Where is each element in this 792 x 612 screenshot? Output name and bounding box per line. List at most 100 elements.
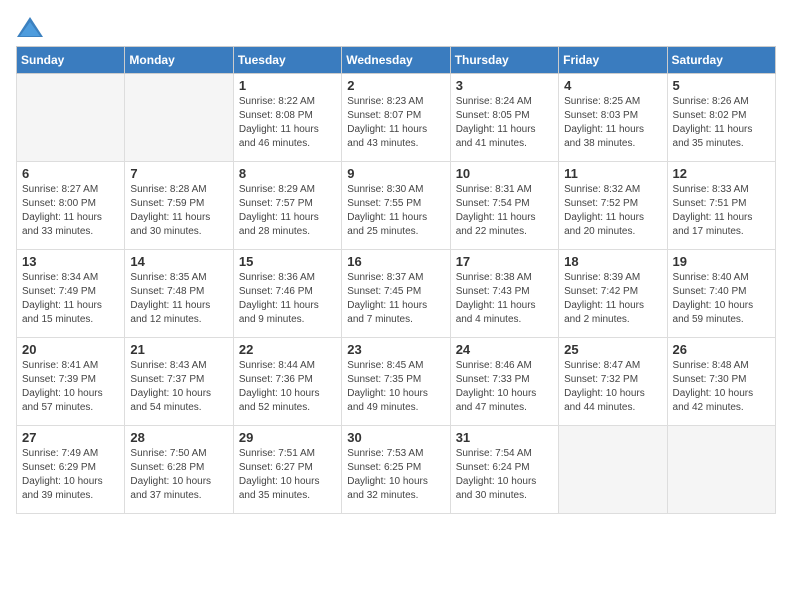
day-number: 21 <box>130 342 227 357</box>
calendar-cell: 1 Sunrise: 8:22 AM Sunset: 8:08 PM Daylig… <box>233 74 341 162</box>
calendar-cell: 7 Sunrise: 8:28 AM Sunset: 7:59 PM Daylig… <box>125 162 233 250</box>
cell-info: Sunrise: 8:34 AM Sunset: 7:49 PM Dayligh… <box>22 271 119 327</box>
day-of-week-header: Saturday <box>667 47 775 74</box>
cell-info: Sunrise: 8:40 AM Sunset: 7:40 PM Dayligh… <box>673 271 770 327</box>
day-number: 19 <box>673 254 770 269</box>
calendar-cell: 12 Sunrise: 8:33 AM Sunset: 7:51 PM Dayli… <box>667 162 775 250</box>
cell-info: Sunrise: 7:50 AM Sunset: 6:28 PM Dayligh… <box>130 447 227 503</box>
day-of-week-header: Monday <box>125 47 233 74</box>
day-number: 18 <box>564 254 661 269</box>
cell-info: Sunrise: 8:22 AM Sunset: 8:08 PM Dayligh… <box>239 95 336 151</box>
day-of-week-header: Wednesday <box>342 47 450 74</box>
cell-info: Sunrise: 7:51 AM Sunset: 6:27 PM Dayligh… <box>239 447 336 503</box>
calendar-week-row: 1 Sunrise: 8:22 AM Sunset: 8:08 PM Daylig… <box>17 74 776 162</box>
calendar-cell: 22Sunrise: 8:44 AM Sunset: 7:36 PM Dayli… <box>233 338 341 426</box>
day-number: 3 <box>456 78 553 93</box>
cell-info: Sunrise: 8:27 AM Sunset: 8:00 PM Dayligh… <box>22 183 119 239</box>
calendar-cell <box>667 426 775 514</box>
calendar-cell: 8 Sunrise: 8:29 AM Sunset: 7:57 PM Daylig… <box>233 162 341 250</box>
day-number: 7 <box>130 166 227 181</box>
calendar-cell: 27 Sunrise: 7:49 AM Sunset: 6:29 PM Dayli… <box>17 426 125 514</box>
calendar-cell: 31Sunrise: 7:54 AM Sunset: 6:24 PM Dayli… <box>450 426 558 514</box>
calendar-body: 1 Sunrise: 8:22 AM Sunset: 8:08 PM Daylig… <box>17 74 776 514</box>
logo <box>16 16 48 38</box>
cell-info: Sunrise: 8:43 AM Sunset: 7:37 PM Dayligh… <box>130 359 227 415</box>
cell-info: Sunrise: 8:31 AM Sunset: 7:54 PM Dayligh… <box>456 183 553 239</box>
day-number: 12 <box>673 166 770 181</box>
day-of-week-header: Tuesday <box>233 47 341 74</box>
day-number: 11 <box>564 166 661 181</box>
day-number: 9 <box>347 166 444 181</box>
day-number: 6 <box>22 166 119 181</box>
calendar-cell: 29 Sunrise: 7:51 AM Sunset: 6:27 PM Dayli… <box>233 426 341 514</box>
cell-info: Sunrise: 8:29 AM Sunset: 7:57 PM Dayligh… <box>239 183 336 239</box>
cell-info: Sunrise: 8:24 AM Sunset: 8:05 PM Dayligh… <box>456 95 553 151</box>
cell-info: Sunrise: 8:28 AM Sunset: 7:59 PM Dayligh… <box>130 183 227 239</box>
cell-info: Sunrise: 8:36 AM Sunset: 7:46 PM Dayligh… <box>239 271 336 327</box>
calendar-cell <box>125 74 233 162</box>
calendar-week-row: 20 Sunrise: 8:41 AM Sunset: 7:39 PM Dayli… <box>17 338 776 426</box>
day-number: 20 <box>22 342 119 357</box>
day-of-week-header: Sunday <box>17 47 125 74</box>
calendar-cell: 23 Sunrise: 8:45 AM Sunset: 7:35 PM Dayli… <box>342 338 450 426</box>
calendar-cell: 26 Sunrise: 8:48 AM Sunset: 7:30 PM Dayli… <box>667 338 775 426</box>
cell-info: Sunrise: 7:49 AM Sunset: 6:29 PM Dayligh… <box>22 447 119 503</box>
day-number: 31 <box>456 430 553 445</box>
calendar-cell: 16 Sunrise: 8:37 AM Sunset: 7:45 PM Dayli… <box>342 250 450 338</box>
calendar-week-row: 13 Sunrise: 8:34 AM Sunset: 7:49 PM Dayli… <box>17 250 776 338</box>
calendar-cell: 15 Sunrise: 8:36 AM Sunset: 7:46 PM Dayli… <box>233 250 341 338</box>
cell-info: Sunrise: 8:48 AM Sunset: 7:30 PM Dayligh… <box>673 359 770 415</box>
cell-info: Sunrise: 8:45 AM Sunset: 7:35 PM Dayligh… <box>347 359 444 415</box>
calendar-cell: 9 Sunrise: 8:30 AM Sunset: 7:55 PM Daylig… <box>342 162 450 250</box>
day-number: 27 <box>22 430 119 445</box>
cell-info: Sunrise: 8:47 AM Sunset: 7:32 PM Dayligh… <box>564 359 661 415</box>
calendar-cell: 13 Sunrise: 8:34 AM Sunset: 7:49 PM Dayli… <box>17 250 125 338</box>
day-number: 2 <box>347 78 444 93</box>
cell-info: Sunrise: 8:23 AM Sunset: 8:07 PM Dayligh… <box>347 95 444 151</box>
calendar-cell: 17 Sunrise: 8:38 AM Sunset: 7:43 PM Dayli… <box>450 250 558 338</box>
calendar-cell <box>559 426 667 514</box>
day-number: 29 <box>239 430 336 445</box>
calendar-cell <box>17 74 125 162</box>
day-number: 5 <box>673 78 770 93</box>
day-number: 14 <box>130 254 227 269</box>
calendar-cell: 10Sunrise: 8:31 AM Sunset: 7:54 PM Dayli… <box>450 162 558 250</box>
calendar-cell: 19 Sunrise: 8:40 AM Sunset: 7:40 PM Dayli… <box>667 250 775 338</box>
cell-info: Sunrise: 8:41 AM Sunset: 7:39 PM Dayligh… <box>22 359 119 415</box>
day-number: 15 <box>239 254 336 269</box>
cell-info: Sunrise: 8:25 AM Sunset: 8:03 PM Dayligh… <box>564 95 661 151</box>
day-number: 17 <box>456 254 553 269</box>
calendar-cell: 18Sunrise: 8:39 AM Sunset: 7:42 PM Dayli… <box>559 250 667 338</box>
day-number: 13 <box>22 254 119 269</box>
day-of-week-header: Thursday <box>450 47 558 74</box>
calendar-cell: 5Sunrise: 8:26 AM Sunset: 8:02 PM Daylig… <box>667 74 775 162</box>
calendar-week-row: 27 Sunrise: 7:49 AM Sunset: 6:29 PM Dayli… <box>17 426 776 514</box>
day-number: 16 <box>347 254 444 269</box>
day-number: 24 <box>456 342 553 357</box>
day-number: 8 <box>239 166 336 181</box>
calendar-cell: 28 Sunrise: 7:50 AM Sunset: 6:28 PM Dayli… <box>125 426 233 514</box>
day-number: 28 <box>130 430 227 445</box>
calendar-cell: 3 Sunrise: 8:24 AM Sunset: 8:05 PM Daylig… <box>450 74 558 162</box>
calendar-header-row: SundayMondayTuesdayWednesdayThursdayFrid… <box>17 47 776 74</box>
page-header <box>16 16 776 38</box>
logo-icon <box>16 16 44 38</box>
calendar-cell: 30Sunrise: 7:53 AM Sunset: 6:25 PM Dayli… <box>342 426 450 514</box>
calendar-cell: 24 Sunrise: 8:46 AM Sunset: 7:33 PM Dayli… <box>450 338 558 426</box>
cell-info: Sunrise: 8:46 AM Sunset: 7:33 PM Dayligh… <box>456 359 553 415</box>
calendar-cell: 2 Sunrise: 8:23 AM Sunset: 8:07 PM Daylig… <box>342 74 450 162</box>
day-number: 26 <box>673 342 770 357</box>
calendar-cell: 25Sunrise: 8:47 AM Sunset: 7:32 PM Dayli… <box>559 338 667 426</box>
calendar-cell: 20 Sunrise: 8:41 AM Sunset: 7:39 PM Dayli… <box>17 338 125 426</box>
cell-info: Sunrise: 8:37 AM Sunset: 7:45 PM Dayligh… <box>347 271 444 327</box>
cell-info: Sunrise: 8:38 AM Sunset: 7:43 PM Dayligh… <box>456 271 553 327</box>
day-number: 23 <box>347 342 444 357</box>
cell-info: Sunrise: 8:33 AM Sunset: 7:51 PM Dayligh… <box>673 183 770 239</box>
calendar-week-row: 6 Sunrise: 8:27 AM Sunset: 8:00 PM Daylig… <box>17 162 776 250</box>
calendar-cell: 21 Sunrise: 8:43 AM Sunset: 7:37 PM Dayli… <box>125 338 233 426</box>
cell-info: Sunrise: 8:32 AM Sunset: 7:52 PM Dayligh… <box>564 183 661 239</box>
cell-info: Sunrise: 7:53 AM Sunset: 6:25 PM Dayligh… <box>347 447 444 503</box>
day-number: 1 <box>239 78 336 93</box>
cell-info: Sunrise: 8:30 AM Sunset: 7:55 PM Dayligh… <box>347 183 444 239</box>
day-number: 4 <box>564 78 661 93</box>
